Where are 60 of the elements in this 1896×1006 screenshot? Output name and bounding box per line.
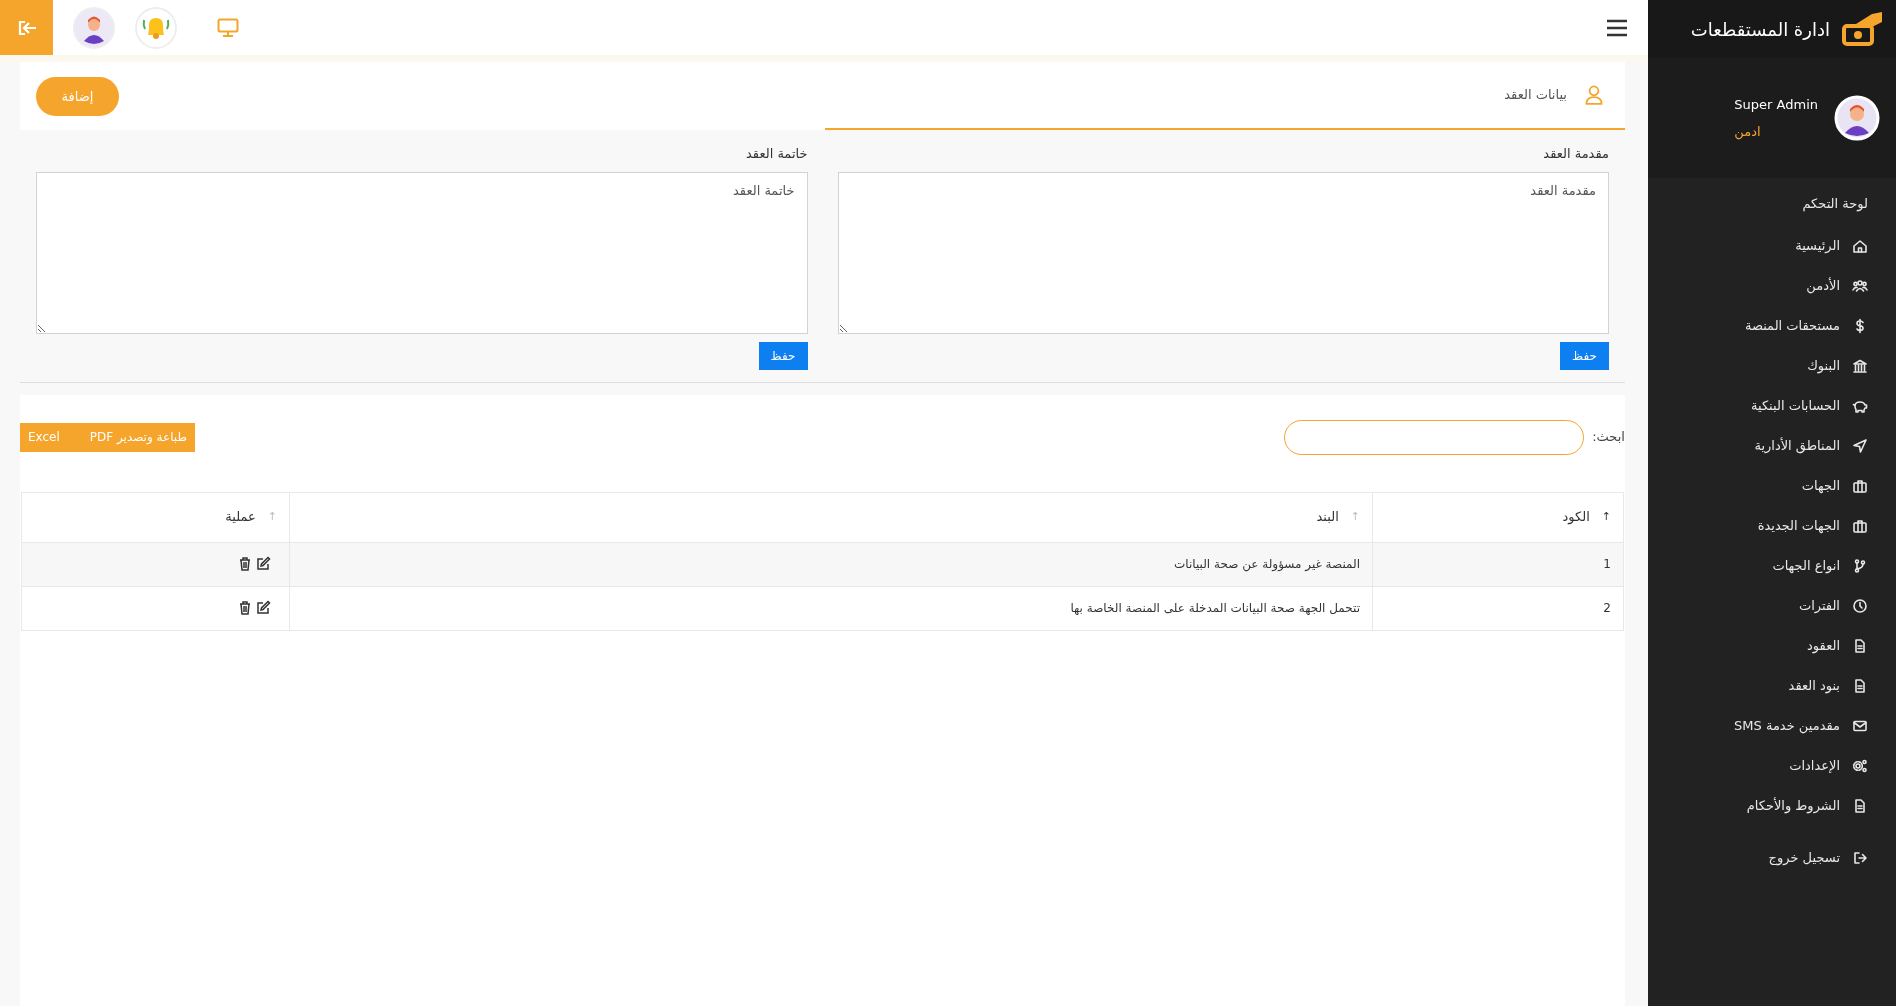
- sidebar-item[interactable]: الشروط والأحكام: [1648, 785, 1896, 826]
- navigation-icon: [1852, 437, 1868, 454]
- sidebar-item[interactable]: الأدمن: [1648, 265, 1896, 306]
- column-header[interactable]: عملية: [225, 507, 256, 527]
- briefcase-icon: [1852, 477, 1868, 494]
- user-icon: [1583, 84, 1605, 106]
- sidebar-item[interactable]: الجهات الجديدة: [1648, 505, 1896, 546]
- text-area[interactable]: خاتمة العقد: [36, 171, 808, 334]
- table-cell: 2: [1603, 601, 1611, 615]
- text-area[interactable]: مقدمة العقد: [837, 171, 1609, 334]
- logout-link[interactable]: تسجيل خروج: [1648, 837, 1896, 878]
- sidebar-item[interactable]: البنوك: [1648, 345, 1896, 386]
- sidebar-item[interactable]: الإعدادات: [1648, 745, 1896, 786]
- branch-icon: [1852, 557, 1868, 574]
- sidebar-item[interactable]: انواع الجهات: [1648, 545, 1896, 586]
- sidebar-item[interactable]: الجهات: [1648, 465, 1896, 506]
- gears-icon: [1852, 757, 1868, 774]
- sidebar-item[interactable]: الرئيسية: [1648, 225, 1896, 266]
- sidebar-item[interactable]: الحسابات البنكية: [1648, 385, 1896, 426]
- column-header[interactable]: البند: [1316, 507, 1339, 527]
- home-icon: [1852, 237, 1868, 254]
- column-header[interactable]: الكود: [1562, 507, 1590, 527]
- trash-icon[interactable]: [237, 556, 253, 572]
- sidebar-item[interactable]: العقود: [1648, 625, 1896, 666]
- sidebar-item[interactable]: الفترات: [1648, 585, 1896, 626]
- sidebar-item[interactable]: المناطق الأدارية: [1648, 425, 1896, 466]
- trash-icon[interactable]: [237, 600, 253, 616]
- user-name: Super Admin: [1734, 95, 1818, 114]
- sort-arrow[interactable]: ↑: [1601, 508, 1611, 526]
- bank-icon: [1852, 357, 1868, 374]
- document-icon: [1852, 637, 1868, 654]
- table-cell: المنصة غير مسؤولة عن صحة البيانات: [1173, 557, 1360, 571]
- users-icon: [1852, 277, 1868, 294]
- document-icon: [1852, 797, 1868, 814]
- user-role: ادمن: [1734, 123, 1761, 142]
- avatar-icon[interactable]: [73, 6, 115, 49]
- menu-icon[interactable]: [1606, 18, 1628, 37]
- edit-icon[interactable]: [255, 556, 271, 572]
- sidebar-item[interactable]: مستحقات المنصة: [1648, 305, 1896, 346]
- save-button[interactable]: حفظ: [758, 341, 808, 370]
- table-cell: تتحمل الجهة صحة البيانات المدخلة على المنصة الخاصة بها: [1070, 601, 1360, 615]
- hand-money-icon: [1842, 10, 1884, 48]
- briefcase-icon: [1852, 517, 1868, 534]
- search-label: ابحث:: [1592, 428, 1625, 447]
- logout-icon: [16, 18, 37, 37]
- section-title: لوحة التحكم: [1801, 195, 1869, 214]
- sidebar-item[interactable]: بنود العقد: [1648, 665, 1896, 706]
- clock-icon: [1852, 597, 1868, 614]
- search-field[interactable]: [1284, 419, 1585, 455]
- sidebar-item[interactable]: مقدمين خدمة SMS: [1648, 705, 1896, 746]
- avatar-icon: [1834, 95, 1880, 141]
- logout-icon: [1852, 849, 1868, 866]
- field-label: مقدمة العقد: [1542, 145, 1609, 163]
- field-label: خاتمة العقد: [745, 145, 808, 163]
- save-button[interactable]: حفظ: [1560, 341, 1609, 370]
- table-cell: 1: [1603, 557, 1611, 571]
- edit-icon[interactable]: [255, 600, 271, 616]
- tab[interactable]: بيانات العقد: [825, 62, 1625, 130]
- document-icon: [1852, 677, 1868, 694]
- brand-title: ادارة المستقطعات: [1690, 17, 1830, 42]
